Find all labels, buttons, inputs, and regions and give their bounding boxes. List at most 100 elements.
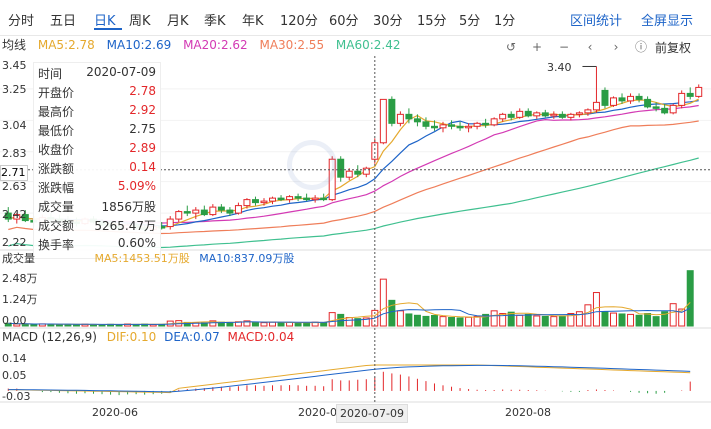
ma10-value: MA10:2.69 <box>106 38 172 52</box>
volume-bar <box>644 313 652 327</box>
tooltip-label: 成交额 <box>38 219 75 233</box>
candle-body <box>396 113 404 124</box>
high-price-tag: 3.40 <box>547 61 572 74</box>
candle-body <box>354 170 362 175</box>
price-axis-label: 3.25 <box>2 83 27 96</box>
restore-icon[interactable]: ↺ <box>504 40 518 54</box>
candle-body <box>226 209 234 214</box>
x-axis-label: 2020-06 <box>92 406 138 419</box>
candle-body <box>499 113 507 120</box>
info-icon[interactable]: ⓘ <box>634 40 648 54</box>
candle-body <box>183 211 191 214</box>
candle-body <box>695 86 703 97</box>
macd-axis-label: 0.14 <box>2 352 27 365</box>
price-axis-label: 2.63 <box>2 180 27 193</box>
zoom-in-icon[interactable]: + <box>530 40 544 54</box>
candle-body <box>550 113 558 117</box>
candle-body <box>575 112 583 115</box>
candle-body <box>448 124 456 127</box>
candle-body <box>422 121 430 127</box>
tooltip-value: 5.09% <box>117 179 156 193</box>
scroll-left-icon[interactable]: ‹ <box>583 40 597 54</box>
candle-body <box>303 197 311 201</box>
volume-bar <box>277 322 285 327</box>
tooltip-row: 成交量 1856万股 <box>34 196 160 215</box>
tooltip-value: 0.60% <box>117 236 156 250</box>
tooltip-value: 2.89 <box>129 141 156 155</box>
volume-bar <box>686 270 694 327</box>
volume-bar <box>456 317 464 327</box>
candle-body <box>592 101 600 111</box>
volume-bar <box>379 278 387 327</box>
tooltip-row: 涨跌额 0.14 <box>34 158 160 177</box>
volume-bar <box>269 321 277 327</box>
tooltip-value: 1856万股 <box>101 200 156 214</box>
volume-bar <box>618 313 626 327</box>
candle-body <box>269 197 277 202</box>
ma20-value: MA20:2.62 <box>183 38 248 52</box>
volume-bar <box>533 315 541 327</box>
tooltip-row: 成交额 5265.47万 <box>34 215 160 234</box>
macd-value: MACD:0.04 <box>227 330 295 344</box>
volume-bar <box>30 323 38 327</box>
x-axis-label: 2020-08 <box>505 406 551 419</box>
tooltip-value: 0.14 <box>129 160 156 174</box>
zoom-out-icon[interactable]: − <box>557 40 571 54</box>
tooltip-row: 收盘价 2.89 <box>34 139 160 158</box>
candle-body <box>286 196 294 201</box>
price-axis-label: 2.42 <box>2 208 27 221</box>
macd-dea: DEA:0.07 <box>164 330 220 344</box>
macd-legend: MACD (12,26,9) DIF:0.10 DEA:0.07 MACD:0.… <box>0 330 294 346</box>
volume-bar <box>558 315 566 327</box>
candle-body <box>217 206 225 211</box>
volume-bar <box>260 322 268 327</box>
tooltip-row: 时间 2020-07-09 <box>34 63 160 82</box>
candle-body <box>507 113 515 118</box>
ma-legend: 均线 MA5:2.78 MA10:2.69 MA20:2.62 MA30:2.5… <box>0 36 409 54</box>
candle-body <box>320 197 328 201</box>
volume-bar <box>516 314 524 327</box>
volume-axis-label: 1.24万 <box>2 293 38 306</box>
scroll-right-icon[interactable]: › <box>609 40 623 54</box>
price-axis-label: 2.22 <box>2 236 27 249</box>
candle-body <box>465 125 473 129</box>
candle-body <box>627 95 635 102</box>
candle-body <box>175 211 183 220</box>
volume-bar <box>251 321 259 327</box>
candle-tooltip: 时间 2020-07-09 开盘价 2.78 最高价 2.92 最低价 2.75 收盘价 2.89… <box>33 62 161 259</box>
candle-body <box>311 197 319 201</box>
candle-body <box>405 113 413 120</box>
candle-body <box>516 110 524 118</box>
macd-dif: DIF:0.10 <box>106 330 157 344</box>
candle-body <box>388 98 396 124</box>
watermark-logo <box>287 140 337 190</box>
tooltip-label: 成交量 <box>38 200 75 214</box>
current-price-label: 2.71 <box>0 165 28 181</box>
candle-body <box>686 92 694 97</box>
crosshair-date-label: 2020-07-09 <box>336 404 408 423</box>
candle-body <box>379 98 387 144</box>
candle-body <box>200 209 208 216</box>
ma5-value: MA5:2.78 <box>37 38 95 52</box>
candle-body <box>456 125 464 129</box>
price-axis-label: 3.45 <box>2 59 27 72</box>
volume-bar <box>473 315 481 327</box>
candle-body <box>541 112 549 117</box>
candle-body <box>601 89 609 106</box>
candle-body <box>558 113 566 118</box>
price-adjust-toggle[interactable]: 前复权 <box>655 39 691 56</box>
candle-body <box>661 107 669 114</box>
volume-axis-label: 0.00 <box>2 314 27 327</box>
volume-bar <box>294 322 302 327</box>
candle-body <box>652 106 660 109</box>
volume-bar <box>328 312 336 327</box>
candle-body <box>533 112 541 117</box>
volume-bar <box>652 316 660 327</box>
volume-bar <box>635 314 643 327</box>
volume-bar <box>345 317 353 327</box>
tooltip-label: 时间 <box>38 67 63 81</box>
candle-body <box>524 110 532 117</box>
candle-body <box>260 200 268 204</box>
candle-body <box>277 197 285 201</box>
volume-ma10: MA10:837.09万股 <box>199 252 295 265</box>
